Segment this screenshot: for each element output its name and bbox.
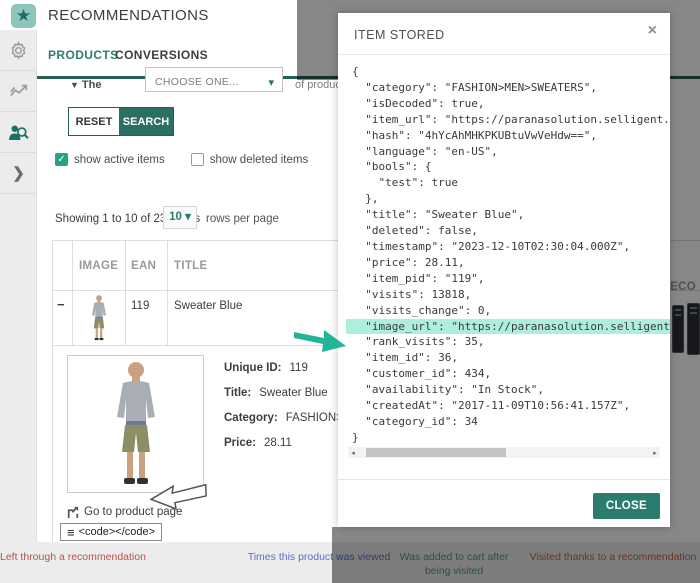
show-active-label: show active items bbox=[74, 154, 165, 166]
page-title: RECOMMENDATIONS bbox=[48, 7, 209, 24]
json-line: "bools": { bbox=[338, 159, 670, 175]
json-line: "availability": "In Stock", bbox=[338, 382, 670, 398]
json-line: "timestamp": "2023-12-10T02:30:04.000Z", bbox=[338, 239, 670, 255]
modal-footer: CLOSE bbox=[338, 479, 670, 527]
backdrop-overlay bbox=[297, 0, 338, 80]
json-line: "price": 28.11, bbox=[338, 255, 670, 271]
backdrop-overlay bbox=[332, 527, 700, 583]
json-line: "customer_id": 434, bbox=[338, 366, 670, 382]
caret-down-icon: ▾ bbox=[185, 211, 191, 223]
item-stored-modal: ITEM STORED × { "category": "FASHION>MEN… bbox=[338, 13, 670, 527]
json-line: "rank_visits": 35, bbox=[338, 334, 670, 350]
json-line: { bbox=[338, 64, 670, 80]
footer-link[interactable]: Left through a recommendation bbox=[0, 550, 146, 564]
scroll-right-icon[interactable]: ▸ bbox=[650, 449, 660, 457]
detail-title: Title:Sweater Blue bbox=[224, 387, 328, 399]
external-link-icon bbox=[67, 506, 79, 518]
filter-button-group: RESET SEARCH bbox=[68, 107, 174, 136]
json-line: "createdAt": "2017-11-09T10:56:41.157Z", bbox=[338, 398, 670, 414]
rows-per-page-label: rows per page bbox=[206, 213, 279, 225]
product-photo-large bbox=[103, 359, 169, 489]
json-line: "deleted": false, bbox=[338, 223, 670, 239]
reset-button[interactable]: RESET bbox=[69, 108, 119, 135]
page-size-dropdown[interactable]: 10 ▾ bbox=[163, 206, 197, 229]
json-line: "category_id": 34 bbox=[338, 414, 670, 430]
tab-products[interactable]: PRODUCTS bbox=[48, 48, 119, 62]
json-line: "test": true bbox=[338, 175, 670, 191]
col-header-title[interactable]: TITLE bbox=[174, 260, 207, 272]
search-button[interactable]: SEARCH bbox=[119, 108, 173, 135]
filter-select[interactable]: CHOOSE ONE... ▾ bbox=[145, 67, 283, 92]
table-border-left bbox=[52, 240, 53, 543]
show-deleted-checkbox[interactable] bbox=[191, 153, 204, 166]
filter-the-label: ▼The bbox=[70, 79, 101, 91]
visibility-checkboxes: ✓ show active items show deleted items bbox=[55, 153, 308, 166]
sidebar-item-recommendations-active[interactable] bbox=[0, 112, 37, 153]
close-icon[interactable]: × bbox=[648, 22, 657, 40]
tab-conversions[interactable]: CONVERSIONS bbox=[115, 48, 208, 62]
white-arrow-annotation bbox=[148, 477, 210, 520]
select-caret-icon: ▾ bbox=[268, 76, 274, 89]
backdrop-overlay bbox=[338, 0, 700, 13]
col-header-image[interactable]: IMAGE bbox=[79, 260, 118, 272]
cell-title: Sweater Blue bbox=[174, 300, 242, 312]
json-line: "visits_change": 0, bbox=[338, 303, 670, 319]
json-line: "isDecoded": true, bbox=[338, 96, 670, 112]
collapse-row-button[interactable]: − bbox=[57, 297, 65, 312]
list-icon: ≡ bbox=[67, 526, 75, 539]
json-line: "item_pid": "119", bbox=[338, 271, 670, 287]
json-line: "item_url": "https://paranasolution.sell… bbox=[338, 112, 670, 128]
filter-of-product-label: of product bbox=[295, 79, 344, 91]
close-button[interactable]: CLOSE bbox=[593, 493, 660, 519]
chevron-right-icon: ❯ bbox=[12, 164, 25, 182]
sidebar-item-expand[interactable]: ❯ bbox=[0, 153, 37, 194]
json-line: "category": "FASHION>MEN>SWEATERS", bbox=[338, 80, 670, 96]
show-deleted-label: show deleted items bbox=[210, 154, 308, 166]
json-line: "hash": "4hYcAhMHKPKUBtuVwVeHdw==", bbox=[338, 128, 670, 144]
sidebar-item-analytics[interactable] bbox=[0, 71, 37, 112]
json-line: }, bbox=[338, 191, 670, 207]
show-active-checkbox[interactable]: ✓ bbox=[55, 153, 68, 166]
horizontal-scrollbar[interactable]: ◂ ▸ bbox=[348, 447, 660, 458]
detail-price: Price:28.11 bbox=[224, 437, 292, 449]
product-photo-small bbox=[83, 294, 115, 342]
json-viewer[interactable]: { "category": "FASHION>MEN>SWEATERS", "i… bbox=[338, 56, 670, 446]
product-thumbnail[interactable] bbox=[83, 294, 115, 342]
json-line: "title": "Sweater Blue", bbox=[338, 207, 670, 223]
modal-header: ITEM STORED × bbox=[338, 13, 670, 55]
backdrop-overlay bbox=[670, 13, 700, 527]
json-line: "language": "en-US", bbox=[338, 144, 670, 160]
person-search-icon bbox=[8, 124, 29, 141]
col-header-ean[interactable]: EAN bbox=[131, 260, 156, 272]
sidebar: ❯ bbox=[0, 30, 37, 583]
trend-chart-icon bbox=[9, 83, 29, 99]
modal-title: ITEM STORED bbox=[354, 28, 445, 42]
table-col-line bbox=[125, 240, 126, 345]
green-arrow-annotation bbox=[294, 324, 348, 361]
filter-select-value: CHOOSE ONE... bbox=[155, 76, 239, 88]
cell-ean: 119 bbox=[131, 300, 149, 312]
json-line: "visits": 13818, bbox=[338, 287, 670, 303]
scrollbar-track[interactable] bbox=[358, 448, 650, 457]
json-line: "item_id": 36, bbox=[338, 350, 670, 366]
embed-code-button[interactable]: ≡ <code></code> bbox=[60, 523, 162, 541]
star-icon: ★ bbox=[11, 4, 36, 28]
product-image-large bbox=[67, 355, 204, 493]
scrollbar-thumb[interactable] bbox=[366, 448, 506, 457]
scroll-left-icon[interactable]: ◂ bbox=[348, 449, 358, 457]
table-col-line bbox=[167, 240, 168, 345]
sidebar-item-settings[interactable] bbox=[0, 30, 37, 71]
table-col-line bbox=[72, 240, 73, 345]
detail-unique-id: Unique ID:119 bbox=[224, 362, 308, 374]
json-line: } bbox=[338, 430, 670, 446]
json-line: "image_url": "https://paranasolution.sel… bbox=[346, 319, 670, 335]
funnel-icon: ▼ bbox=[70, 80, 79, 90]
gear-icon bbox=[9, 41, 28, 60]
